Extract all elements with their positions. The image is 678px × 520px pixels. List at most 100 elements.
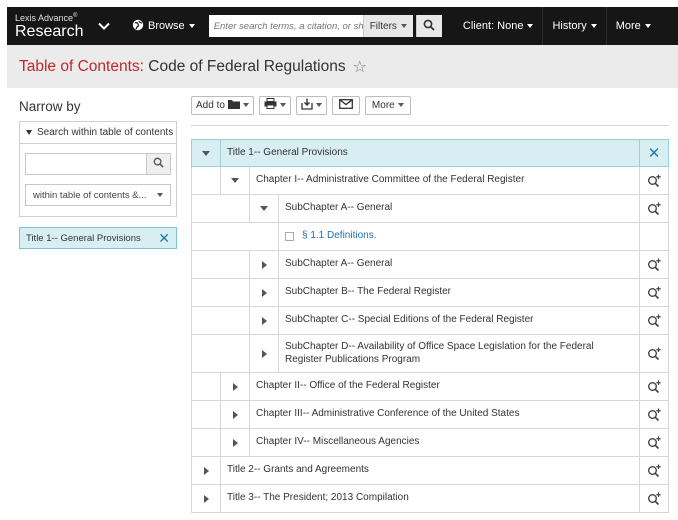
narrow-by-heading: Narrow by [19, 99, 81, 114]
product-switcher-chevron-icon[interactable] [92, 22, 116, 30]
toc-row[interactable]: SubChapter B-- The Federal Register [191, 279, 669, 307]
add-to-label: Add to [196, 99, 225, 111]
toc-row-label: SubChapter C-- Special Editions of the F… [279, 307, 639, 334]
browse-label: Browse [148, 20, 185, 32]
toc-row[interactable]: Title 2-- Grants and Agreements [191, 457, 669, 485]
search-within-icon[interactable] [639, 373, 668, 400]
expand-triangle-icon[interactable] [192, 485, 221, 512]
main-search-input[interactable] [208, 15, 363, 37]
page-title-bar: Table of Contents: Code of Federal Regul… [7, 45, 678, 88]
toc-row[interactable]: Title 3-- The President; 2013 Compilatio… [191, 485, 669, 513]
favorite-star-icon[interactable]: ☆ [353, 57, 367, 77]
tree-indent [192, 195, 250, 222]
printer-icon [264, 98, 277, 112]
toc-row-label: Chapter III-- Administrative Conference … [250, 401, 639, 428]
search-within-icon[interactable] [639, 457, 668, 484]
collapse-triangle-icon[interactable] [250, 195, 279, 222]
print-button[interactable] [258, 95, 291, 115]
top-nav-links: Client: None History More [454, 7, 660, 45]
toc-label-text: Chapter II-- Office of the Federal Regis… [256, 380, 440, 392]
toc-row-label: SubChapter A-- General [279, 251, 639, 278]
toc-row[interactable]: Chapter II-- Office of the Federal Regis… [191, 373, 669, 401]
toc-row-label: Title 2-- Grants and Agreements [221, 457, 639, 484]
toc-label-text: SubChapter C-- Special Editions of the F… [285, 314, 534, 326]
more-actions-caret-icon [397, 103, 404, 107]
active-filter-label: Title 1-- General Provisions [26, 232, 141, 244]
download-icon [301, 98, 313, 113]
search-within-button[interactable] [146, 154, 170, 174]
page-title: Code of Federal Regulations [148, 57, 346, 75]
search-within-toggle[interactable]: Search within table of contents [20, 122, 176, 144]
expand-triangle-icon[interactable] [221, 373, 250, 400]
toc-row-label: Chapter IV-- Miscellaneous Agencies [250, 429, 639, 456]
scope-select-value: within table of contents &... [33, 189, 147, 201]
search-within-input[interactable] [26, 154, 146, 174]
search-within-icon[interactable] [639, 167, 668, 194]
filters-button[interactable]: Filters [362, 15, 413, 37]
toc-row[interactable]: Chapter IV-- Miscellaneous Agencies [191, 429, 669, 457]
more-menu[interactable]: More [605, 7, 660, 45]
section-link[interactable]: § 1.1 Definitions. [279, 223, 639, 250]
toc-row[interactable]: SubChapter A-- General [191, 251, 669, 279]
search-within-icon[interactable] [639, 401, 668, 428]
remove-filter-close-icon[interactable]: ✕ [158, 231, 170, 245]
search-icon [153, 157, 164, 171]
toc-row[interactable]: SubChapter D-- Availability of Office Sp… [191, 335, 669, 373]
scope-select[interactable]: within table of contents &... [25, 184, 171, 206]
brand-registered-mark: ® [73, 12, 78, 19]
tree-indent [192, 373, 221, 400]
document-toolbar: Add to More [191, 95, 411, 115]
toc-label-text: Title 3-- The President; 2013 Compilatio… [227, 492, 409, 504]
toc-row[interactable]: SubChapter A-- General [191, 195, 669, 223]
search-within-icon[interactable] [639, 429, 668, 456]
toc-label-text: SubChapter A-- General [285, 258, 393, 270]
expand-triangle-icon[interactable] [192, 457, 221, 484]
toc-row[interactable]: Title 1-- General Provisions ✕ [191, 139, 669, 167]
active-filter-chip: Title 1-- General Provisions ✕ [19, 227, 177, 249]
search-within-icon[interactable] [639, 279, 668, 306]
toc-row-label: Title 1-- General Provisions [221, 140, 639, 166]
expand-triangle-icon[interactable] [250, 307, 279, 334]
more-actions-button[interactable]: More [364, 95, 411, 115]
email-button[interactable] [331, 95, 360, 115]
download-button[interactable] [295, 95, 327, 115]
search-button[interactable] [415, 15, 442, 37]
print-caret-icon [279, 103, 286, 107]
toc-row[interactable]: SubChapter C-- Special Editions of the F… [191, 307, 669, 335]
tree-indent [192, 335, 250, 372]
toc-label-text: § 1.1 Definitions. [302, 230, 377, 242]
expand-triangle-icon[interactable] [250, 279, 279, 306]
search-within-icon[interactable] [639, 307, 668, 334]
expand-triangle-icon[interactable] [250, 251, 279, 278]
filters-caret-icon [400, 24, 407, 28]
toc-row-label: SubChapter D-- Availability of Office Sp… [279, 335, 639, 372]
toc-label-text: Chapter I-- Administrative Committee of … [256, 174, 525, 186]
select-checkbox[interactable] [285, 232, 294, 241]
browse-menu[interactable]: Browse [132, 19, 195, 34]
expand-triangle-icon[interactable] [250, 335, 279, 372]
tree-indent [192, 429, 221, 456]
toc-label-text: Chapter IV-- Miscellaneous Agencies [256, 436, 420, 448]
add-to-folder-button[interactable]: Add to [191, 95, 254, 115]
collapse-triangle-icon[interactable] [221, 167, 250, 194]
search-within-icon[interactable] [639, 485, 668, 512]
toc-row[interactable]: Chapter I-- Administrative Committee of … [191, 167, 669, 195]
search-icon [423, 19, 436, 34]
close-icon[interactable]: ✕ [639, 140, 668, 166]
toc-row[interactable]: Chapter III-- Administrative Conference … [191, 401, 669, 429]
brand-logo[interactable]: Lexis Advance® Research [7, 13, 92, 40]
folder-icon [227, 99, 240, 112]
add-to-caret-icon [242, 103, 249, 107]
toc-label-text: Chapter III-- Administrative Conference … [256, 408, 520, 420]
search-within-icon[interactable] [639, 251, 668, 278]
search-within-icon[interactable] [639, 335, 668, 372]
expand-triangle-icon[interactable] [221, 401, 250, 428]
narrow-by-panel: Search within table of contents within t… [19, 121, 177, 217]
tree-indent [192, 279, 250, 306]
history-menu[interactable]: History [542, 7, 605, 45]
search-within-icon[interactable] [639, 195, 668, 222]
expand-triangle-icon[interactable] [221, 429, 250, 456]
client-menu[interactable]: Client: None [454, 7, 543, 45]
collapse-triangle-icon[interactable] [192, 140, 221, 166]
toc-leaf-row[interactable]: § 1.1 Definitions. [191, 223, 669, 251]
